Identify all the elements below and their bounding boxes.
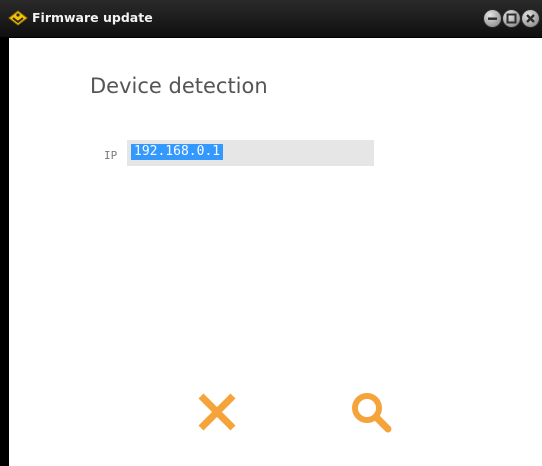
maximize-button[interactable] [503, 10, 520, 27]
page-title: Device detection [90, 74, 268, 98]
title-bar[interactable]: Firmware update [0, 0, 542, 38]
minimize-icon [488, 17, 497, 20]
magnifier-search-icon [352, 393, 392, 433]
cancel-button[interactable] [193, 388, 241, 436]
close-button[interactable] [522, 10, 539, 27]
ip-label: IP [104, 149, 118, 162]
maximize-icon [506, 13, 517, 24]
app-logo-icon [8, 10, 28, 26]
close-icon [526, 14, 535, 23]
ip-address-value: 192.168.0.1 [131, 144, 224, 160]
minimize-button[interactable] [484, 10, 501, 27]
window-title: Firmware update [32, 10, 153, 25]
x-cancel-icon [198, 393, 236, 431]
firmware-update-window: Firmware update Device detection IP 192.… [0, 0, 542, 466]
search-button[interactable] [347, 388, 395, 436]
ip-address-input[interactable]: 192.168.0.1 [127, 140, 374, 166]
window-left-border [0, 38, 9, 466]
